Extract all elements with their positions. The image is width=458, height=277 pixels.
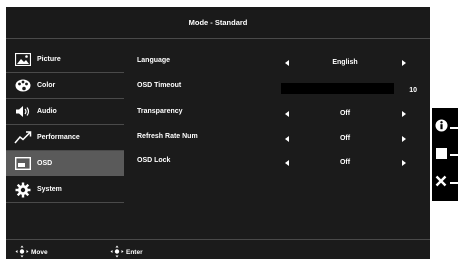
button-indicator (450, 127, 458, 129)
sidebar-item-osd[interactable]: OSD (6, 151, 124, 176)
close-button[interactable] (432, 173, 458, 193)
side-button-panel (432, 108, 458, 201)
sidebar-item-picture[interactable]: Picture (6, 47, 124, 72)
arrow-left-icon[interactable] (285, 136, 289, 142)
sidebar-item-color[interactable]: Color (6, 73, 124, 98)
setting-refresh-rate-num[interactable]: Refresh Rate Num Off (124, 127, 430, 152)
gear-icon (13, 182, 33, 197)
square-icon (436, 146, 447, 164)
sidebar-item-audio[interactable]: Audio (6, 99, 124, 124)
sidebar-item-label: Picture (37, 56, 61, 63)
setting-label: OSD Timeout (137, 82, 182, 89)
enter-hint: Enter (110, 245, 143, 260)
arrow-right-icon[interactable] (402, 136, 406, 142)
arrow-left-icon[interactable] (285, 111, 289, 117)
osd-timeout-slider[interactable] (281, 83, 394, 94)
sidebar-item-label: Color (37, 82, 56, 89)
speaker-icon (13, 105, 33, 119)
arrow-right-icon[interactable] (402, 60, 406, 66)
setting-label: Refresh Rate Num (137, 133, 198, 140)
info-button[interactable] (432, 118, 458, 138)
sidebar-item-system[interactable]: System (6, 177, 124, 202)
joystick-enter-icon (110, 245, 124, 260)
osd-menu: Mode - Standard Picture Color Audio Perf… (6, 7, 430, 259)
enter-label: Enter (126, 249, 143, 256)
setting-osd-lock[interactable]: OSD Lock Off (124, 151, 430, 176)
osd-timeout-value: 10 (409, 87, 417, 94)
setting-label: OSD Lock (137, 157, 171, 164)
square-button[interactable] (432, 145, 458, 165)
setting-language[interactable]: Language English (124, 51, 430, 76)
performance-icon (13, 131, 33, 145)
sidebar-item-label: System (37, 186, 62, 193)
sidebar-item-label: Audio (37, 108, 57, 115)
divider (6, 202, 124, 203)
picture-icon (13, 53, 33, 67)
close-icon (435, 174, 447, 192)
setting-value: English (332, 59, 358, 66)
move-hint: Move (15, 245, 48, 260)
sidebar-item-performance[interactable]: Performance (6, 125, 124, 150)
settings-panel: Language English OSD Timeout 10 Transpar… (124, 39, 430, 219)
setting-value: Off (339, 110, 351, 117)
move-label: Move (31, 249, 48, 256)
footer-hints: Move Enter (6, 240, 430, 259)
sidebar: Picture Color Audio Performance OSD Syst… (6, 39, 124, 259)
arrow-left-icon[interactable] (285, 160, 289, 166)
joystick-move-icon (15, 245, 29, 260)
sidebar-item-label: OSD (37, 160, 53, 167)
button-indicator (450, 154, 458, 156)
setting-label: Transparency (137, 108, 183, 115)
setting-value: Off (339, 135, 351, 142)
arrow-right-icon[interactable] (402, 111, 406, 117)
button-indicator (450, 182, 458, 184)
menu-title: Mode - Standard (6, 7, 430, 39)
setting-label: Language (137, 57, 171, 64)
sidebar-item-label: Performance (37, 134, 80, 141)
arrow-right-icon[interactable] (402, 160, 406, 166)
info-icon (435, 119, 448, 137)
palette-icon (13, 79, 33, 93)
osd-icon (13, 157, 33, 171)
setting-value: Off (339, 159, 351, 166)
setting-transparency[interactable]: Transparency Off (124, 102, 430, 127)
arrow-left-icon[interactable] (285, 60, 289, 66)
